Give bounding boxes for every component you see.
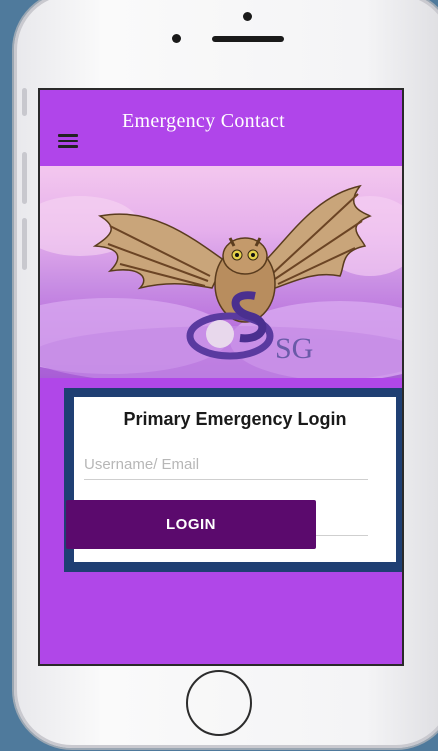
volume-up-button	[22, 152, 27, 204]
mute-switch	[22, 88, 27, 116]
app-header: Emergency Contact	[40, 90, 402, 166]
proximity-sensor	[243, 12, 252, 21]
front-camera	[172, 34, 181, 43]
login-button[interactable]: LOGIN	[66, 500, 316, 549]
page-title: Emergency Contact	[122, 110, 286, 132]
volume-down-button	[22, 218, 27, 270]
owl-illustration: SG	[40, 184, 402, 378]
hero-image: SG	[40, 166, 402, 378]
logo-text: SG	[275, 332, 313, 365]
home-button[interactable]	[186, 670, 252, 736]
earpiece-speaker	[212, 36, 284, 42]
menu-icon[interactable]	[58, 134, 78, 148]
username-email-input[interactable]	[84, 449, 368, 480]
app-screen: Emergency Contact SG Primary Emergency L…	[38, 88, 404, 666]
login-title: Primary Emergency Login	[123, 409, 347, 429]
